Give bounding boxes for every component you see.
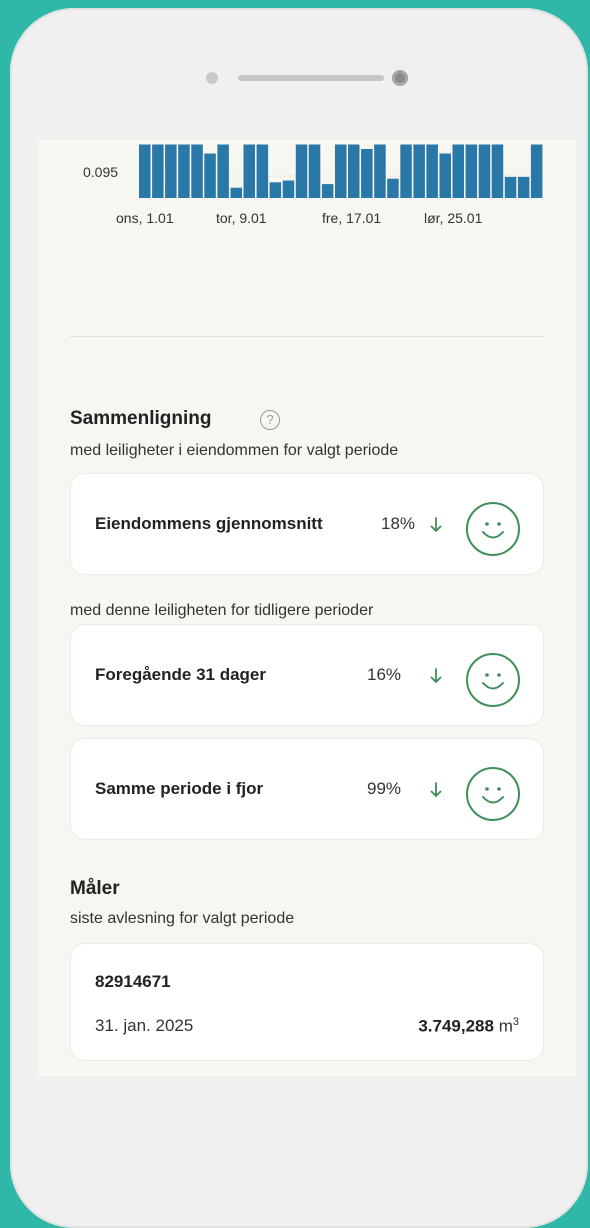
comparison-card-property-average[interactable]: Eiendommens gjennomsnitt 18% [71, 474, 543, 574]
card-label: Eiendommens gjennomsnitt [95, 514, 323, 533]
chart-bar[interactable] [478, 144, 491, 199]
arrow-down-icon [430, 517, 442, 532]
chart-bar[interactable] [321, 184, 334, 198]
chart-bar[interactable] [348, 144, 360, 199]
chart-bar[interactable] [269, 182, 282, 198]
help-icon[interactable]: ? [260, 410, 280, 430]
chart-bar[interactable] [204, 153, 216, 199]
chart-bar[interactable] [178, 144, 190, 199]
meter-unit-exponent: 3 [512, 1016, 519, 1028]
card-percent: 99% [367, 779, 402, 798]
bar-chart-svg [139, 144, 544, 199]
comparison-subtitle: med leiligheter i eiendommen for valgt p… [70, 442, 399, 459]
chart-bar[interactable] [530, 144, 543, 199]
comparison-card-previous-31-days[interactable]: Foregående 31 dager 16% [71, 625, 543, 725]
smiley-icon [466, 653, 520, 707]
chart-bar[interactable] [243, 144, 256, 199]
chart-bar[interactable] [308, 144, 321, 199]
chart-bar[interactable] [439, 153, 452, 199]
front-camera [392, 70, 408, 86]
chart-bar[interactable] [517, 176, 530, 198]
meter-reading-value: 3.749,288 m3 [418, 1016, 519, 1037]
meter-subtitle: siste avlesning for valgt periode [70, 910, 295, 927]
smiley-icon [466, 767, 520, 821]
y-tick-label: 0.095 [83, 164, 119, 180]
x-tick-label: ons, 1.01 [116, 210, 174, 226]
chart-bar[interactable] [413, 144, 425, 199]
chart-bar[interactable] [504, 176, 517, 198]
chart-bar[interactable] [387, 178, 399, 198]
chart-bar[interactable] [361, 149, 373, 198]
arrow-down-icon [430, 782, 442, 797]
card-percent: 18% [381, 514, 416, 533]
chart-bar[interactable] [400, 144, 412, 199]
chart-bar[interactable] [282, 180, 295, 199]
speaker-grille [238, 75, 384, 81]
x-tick-label: tor, 9.01 [216, 210, 267, 226]
chart-bar[interactable] [165, 144, 177, 199]
card-percent: 16% [367, 665, 402, 684]
meter-id: 82914671 [95, 972, 171, 991]
history-subtitle: med denne leiligheten for tidligere peri… [70, 602, 374, 619]
meter-value-number: 3.749,288 [418, 1016, 494, 1036]
smiley-icon [466, 502, 520, 556]
meter-reading-date: 31. jan. 2025 [95, 1016, 194, 1035]
arrow-down-icon [430, 668, 442, 683]
chart-bar[interactable] [335, 144, 347, 199]
card-label: Foregående 31 dager [95, 665, 267, 684]
chart-bar[interactable] [452, 144, 465, 199]
comparison-card-same-period-last-year[interactable]: Samme periode i fjor 99% [71, 739, 543, 839]
chart-bar[interactable] [217, 144, 229, 199]
comparison-title: Sammenligning [70, 408, 212, 429]
chart-bar[interactable] [426, 144, 438, 199]
sensor-dot [206, 72, 218, 84]
chart-bar[interactable] [295, 144, 308, 199]
chart-bar[interactable] [230, 187, 243, 198]
section-divider [70, 336, 544, 337]
chart-bar[interactable] [374, 144, 386, 199]
meter-card: 82914671 31. jan. 2025 3.749,288 m3 [71, 944, 543, 1060]
chart-bar[interactable] [491, 144, 504, 199]
chart-bar[interactable] [191, 144, 203, 199]
chart-bar[interactable] [152, 144, 164, 199]
x-tick-label: lør, 25.01 [424, 210, 483, 226]
chart-bar[interactable] [465, 144, 478, 199]
meter-title: Måler [70, 878, 120, 899]
chart-bar[interactable] [256, 144, 269, 199]
meter-unit: m [498, 1016, 513, 1036]
app-screen: 0.095 ons, 1.01 tor, 9.01 fre, 17.01 lør… [38, 140, 576, 1076]
x-tick-label: fre, 17.01 [322, 210, 382, 226]
chart-bar[interactable] [139, 144, 151, 199]
card-label: Samme periode i fjor [95, 779, 264, 798]
consumption-chart: 0.095 ons, 1.01 tor, 9.01 fre, 17.01 lør… [38, 140, 576, 240]
